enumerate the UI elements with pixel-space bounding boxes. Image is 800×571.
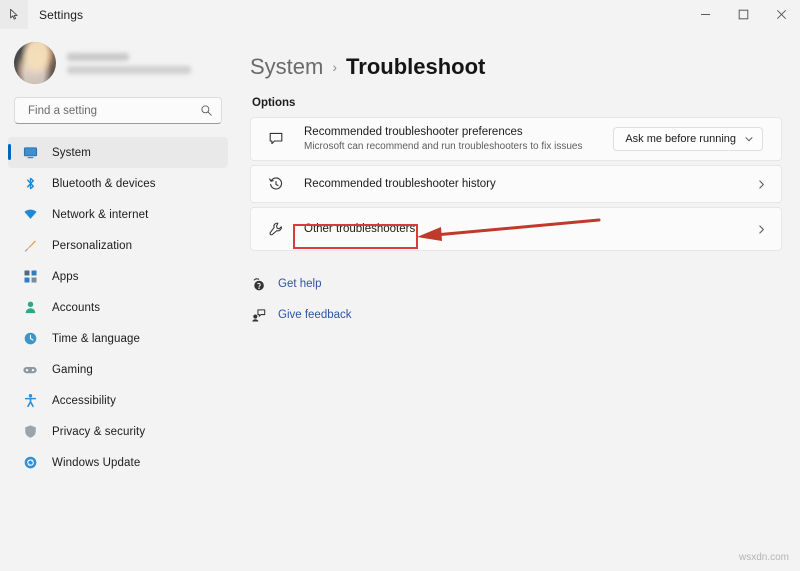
card-recommended-troubleshooter-history[interactable]: Recommended troubleshooter history xyxy=(250,165,782,203)
breadcrumb: System › Troubleshoot xyxy=(250,54,782,80)
gamepad-icon xyxy=(23,366,37,373)
card-text: Recommended troubleshooter preferences M… xyxy=(304,125,613,153)
sidebar-item-time-language[interactable]: Time & language xyxy=(8,323,228,354)
card-subtitle: Microsoft can recommend and run troubles… xyxy=(304,141,583,152)
chevron-right-icon xyxy=(756,224,767,235)
bluetooth-icon xyxy=(22,176,38,192)
search-container xyxy=(0,87,236,124)
chevron-right-icon xyxy=(756,179,767,190)
sidebar-item-privacy-security[interactable]: Privacy & security xyxy=(8,416,228,447)
sidebar-item-personalization[interactable]: Personalization xyxy=(8,230,228,261)
minimize-icon[interactable] xyxy=(686,0,724,29)
sidebar-item-network-internet[interactable]: Network & internet xyxy=(8,199,228,230)
history-clock-icon xyxy=(267,176,285,192)
sidebar-item-label: Bluetooth & devices xyxy=(52,177,156,190)
sidebar-item-label: Accessibility xyxy=(52,394,116,407)
sidebar: System Bluetooth & devices Network & int… xyxy=(0,29,236,571)
sidebar-item-label: Network & internet xyxy=(52,208,149,221)
sidebar-item-label: Gaming xyxy=(52,363,93,376)
sidebar-item-gaming[interactable]: Gaming xyxy=(8,354,228,385)
app-shell: System Bluetooth & devices Network & int… xyxy=(0,29,800,571)
sidebar-item-label: Windows Update xyxy=(52,456,141,469)
window-title: Settings xyxy=(39,7,84,22)
window-controls xyxy=(686,0,800,29)
account-profile[interactable] xyxy=(0,31,236,87)
sidebar-item-accessibility[interactable]: Accessibility xyxy=(8,385,228,416)
avatar xyxy=(14,42,56,84)
cursor-pointer-icon xyxy=(0,0,28,29)
help-question-icon xyxy=(250,277,267,292)
sidebar-item-label: Apps xyxy=(52,270,79,283)
link-label: Give feedback xyxy=(278,309,352,321)
account-name-redacted xyxy=(67,52,129,61)
speech-bubble-icon xyxy=(267,131,285,147)
search-box[interactable] xyxy=(14,97,222,124)
account-email-redacted xyxy=(67,65,191,74)
link-get-help[interactable]: Get help xyxy=(250,273,782,295)
content-area: System › Troubleshoot Options Recommende… xyxy=(236,29,800,571)
sidebar-item-label: Time & language xyxy=(52,332,141,345)
accessibility-icon xyxy=(22,393,38,409)
card-text: Other troubleshooters xyxy=(304,222,756,236)
breadcrumb-system-link[interactable]: System xyxy=(250,54,323,80)
account-text xyxy=(67,52,191,74)
sidebar-item-label: System xyxy=(52,146,91,159)
card-other-troubleshooters[interactable]: Other troubleshooters xyxy=(250,207,782,251)
wrench-icon xyxy=(267,221,285,237)
sidebar-item-accounts[interactable]: Accounts xyxy=(8,292,228,323)
card-title: Recommended troubleshooter preferences xyxy=(304,126,523,138)
recommended-preferences-dropdown[interactable]: Ask me before running xyxy=(613,127,763,151)
section-label-options: Options xyxy=(252,97,296,109)
sidebar-nav: System Bluetooth & devices Network & int… xyxy=(0,137,236,478)
update-sync-icon xyxy=(22,455,38,471)
page-title: Troubleshoot xyxy=(346,54,486,79)
watermark: wsxdn.com xyxy=(738,552,789,563)
dropdown-value: Ask me before running xyxy=(625,133,736,145)
close-icon[interactable] xyxy=(762,0,800,29)
link-label: Get help xyxy=(278,278,322,290)
help-links: Get help Give feedback xyxy=(250,273,782,326)
sidebar-item-label: Privacy & security xyxy=(52,425,146,438)
search-icon xyxy=(200,104,213,117)
chevron-right-icon: › xyxy=(332,59,338,75)
feedback-person-icon xyxy=(250,308,267,323)
card-text: Recommended troubleshooter history xyxy=(304,177,756,191)
card-recommended-troubleshooter-preferences[interactable]: Recommended troubleshooter preferences M… xyxy=(250,117,782,161)
sidebar-item-windows-update[interactable]: Windows Update xyxy=(8,447,228,478)
card-title: Recommended troubleshooter history xyxy=(304,178,496,190)
title-bar: Settings xyxy=(0,0,800,29)
apps-grid-icon xyxy=(22,269,38,285)
brush-icon xyxy=(22,238,38,254)
sidebar-item-system[interactable]: System xyxy=(8,137,228,168)
person-icon xyxy=(22,300,38,316)
sidebar-item-label: Personalization xyxy=(52,239,133,252)
maximize-icon[interactable] xyxy=(724,0,762,29)
sidebar-item-apps[interactable]: Apps xyxy=(8,261,228,292)
link-give-feedback[interactable]: Give feedback xyxy=(250,304,782,326)
wifi-icon xyxy=(22,207,38,223)
chevron-down-icon xyxy=(744,134,754,144)
sidebar-item-label: Accounts xyxy=(52,301,101,314)
title-bar-left: Settings xyxy=(0,0,83,29)
card-title: Other troubleshooters xyxy=(304,223,416,235)
sidebar-item-bluetooth-devices[interactable]: Bluetooth & devices xyxy=(8,168,228,199)
search-input[interactable] xyxy=(26,103,200,118)
globe-clock-icon xyxy=(22,331,38,347)
monitor-icon xyxy=(22,145,38,161)
shield-icon xyxy=(22,424,38,440)
